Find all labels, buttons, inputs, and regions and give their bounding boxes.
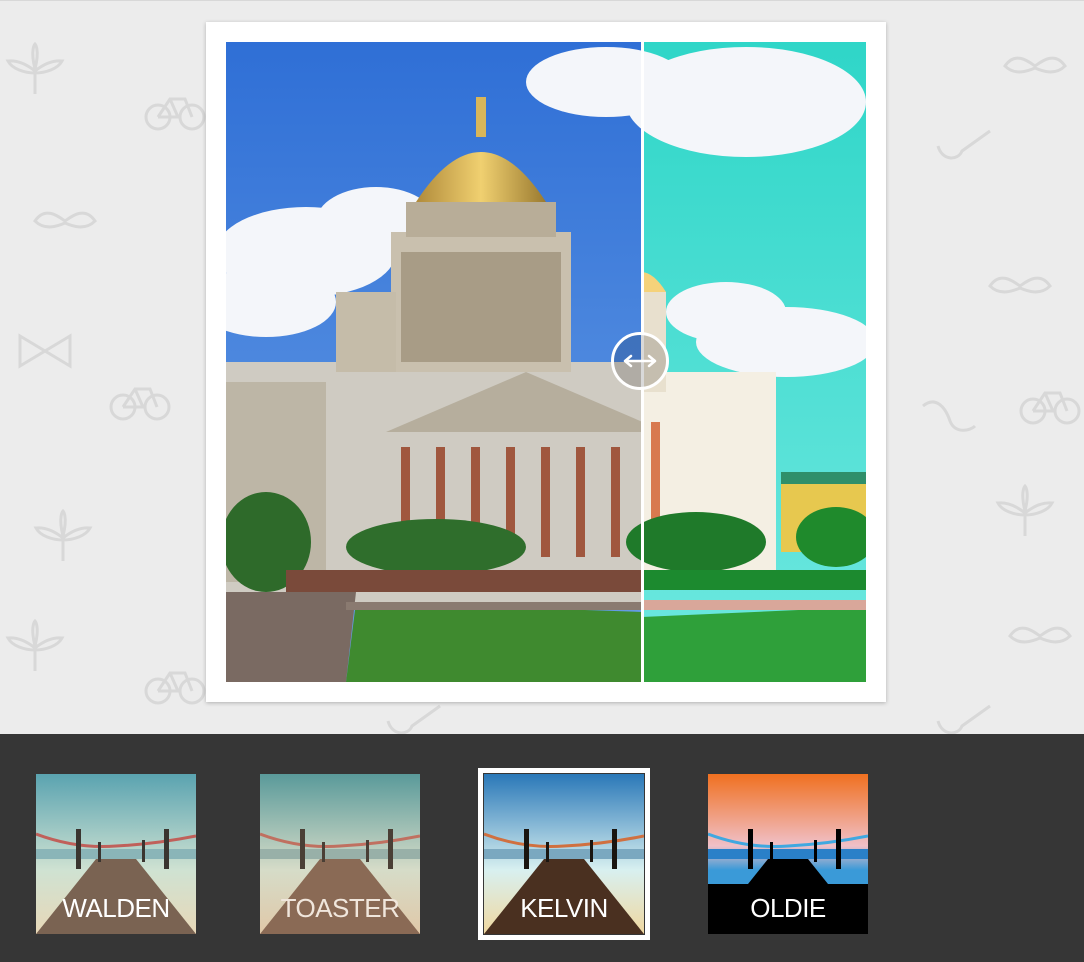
filter-thumb-toaster[interactable]: TOASTER [260,774,420,934]
filter-label: KELVIN [520,893,608,923]
filter-bar: WALDEN TOASTER KELVIN OLDIE [0,734,1084,962]
leaf-doodle-icon [995,483,1055,536]
filter-label: WALDEN [62,893,170,923]
filter-thumb-oldie[interactable]: OLDIE [708,774,868,934]
photo-compare-viewer [206,22,886,702]
bicycle-doodle-icon [144,97,206,131]
mustache-doodle-icon [1008,626,1072,644]
bowtie-doodle-icon [18,333,72,369]
pipe-doodle-icon [936,704,991,735]
filter-thumb-walden[interactable]: WALDEN [36,774,196,934]
mustache-doodle-icon [1003,56,1067,74]
filter-label: OLDIE [750,893,826,923]
left-right-arrow-icon [623,354,657,368]
leaf-doodle-icon [5,41,65,94]
pipe-doodle-icon [936,129,991,160]
bicycle-doodle-icon [144,671,206,705]
background-pattern-area [0,0,1084,735]
compare-slider-handle[interactable] [611,332,669,390]
filter-label: TOASTER [280,893,400,923]
filter-thumb-kelvin[interactable]: KELVIN [478,768,650,940]
pipe-doodle-icon [922,400,977,432]
leaf-doodle-icon [33,508,93,561]
mustache-doodle-icon [988,276,1052,294]
leaf-doodle-icon [5,618,65,671]
photo-image [226,42,866,682]
bicycle-doodle-icon [1019,391,1081,425]
bicycle-doodle-icon [109,387,171,421]
mustache-doodle-icon [33,211,97,229]
